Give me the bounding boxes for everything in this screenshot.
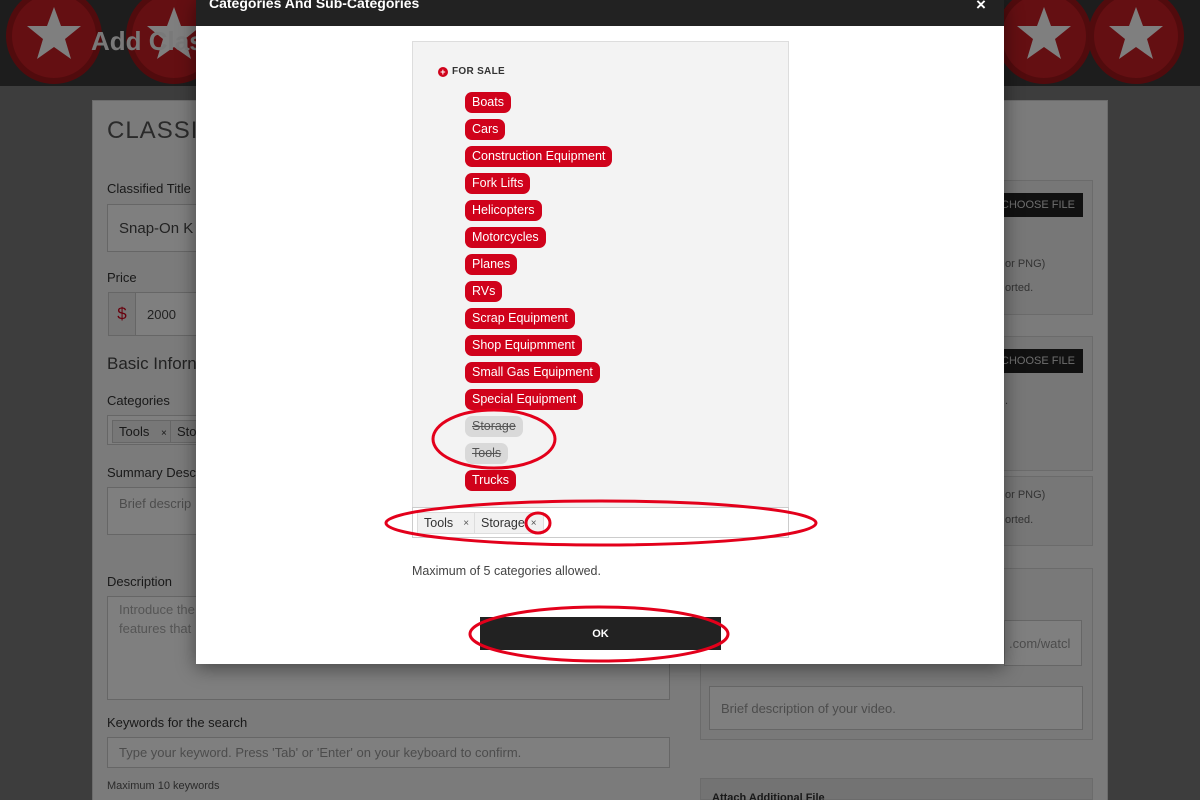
list-item: Trucks [465, 470, 612, 497]
list-item: Cars [465, 119, 612, 146]
list-item: Helicopters [465, 200, 612, 227]
list-item: Storage [465, 416, 612, 443]
list-item: Construction Equipment [465, 146, 613, 173]
ok-button[interactable]: OK [480, 617, 721, 650]
list-item: Special Equipment [465, 389, 612, 416]
selected-categories-field[interactable]: Tools × Storage × [412, 507, 789, 538]
category-list-box: + FOR SALE Boats Cars Construction Equipme… [412, 41, 789, 511]
close-icon[interactable]: × [976, 0, 986, 15]
list-item: Scrap Equipment [465, 308, 612, 335]
list-item: Fork Lifts [465, 173, 612, 200]
selected-category-tag: Storage × [474, 512, 544, 534]
remove-tag-icon[interactable]: × [453, 518, 475, 529]
category-pill[interactable]: Cars [465, 119, 506, 140]
list-item: Tools [465, 443, 612, 470]
list-item: Planes [465, 254, 612, 281]
category-pill: Tools [465, 443, 509, 464]
category-pill[interactable]: Helicopters [465, 200, 542, 221]
category-group-label: FOR SALE [452, 66, 505, 77]
category-pill[interactable]: Fork Lifts [465, 173, 531, 194]
category-list: Boats Cars Construction Equipment Fork Lift… [465, 92, 613, 497]
selected-category-tag: Tools × [417, 512, 477, 534]
category-pill: Storage [465, 416, 523, 437]
selected-category-label: Storage [481, 516, 525, 530]
category-pill[interactable]: Motorcycles [465, 227, 546, 248]
list-item: Boats [465, 92, 612, 119]
plus-circle-icon[interactable]: + [438, 66, 448, 77]
category-pill[interactable]: Shop Equipmment [465, 335, 582, 356]
remove-tag-icon[interactable]: × [525, 518, 543, 529]
list-item: Small Gas Equipment [465, 362, 612, 389]
category-group-header[interactable]: + FOR SALE [438, 66, 505, 77]
category-pill[interactable]: RVs [465, 281, 503, 302]
categories-modal: Categories And Sub-Categories × + FOR SA… [196, 0, 1004, 664]
list-item: Shop Equipmment [465, 335, 612, 362]
category-pill[interactable]: Construction Equipment [465, 146, 613, 167]
selected-category-label: Tools [424, 516, 454, 530]
category-pill[interactable]: Trucks [465, 470, 517, 491]
list-item: Motorcycles [465, 227, 612, 254]
category-pill[interactable]: Small Gas Equipment [465, 362, 600, 383]
max-categories-note: Maximum of 5 categories allowed. [412, 564, 601, 578]
category-pill[interactable]: Boats [465, 92, 511, 113]
modal-title: Categories And Sub-Categories [209, 0, 420, 11]
category-pill[interactable]: Scrap Equipment [465, 308, 575, 329]
modal-header: Categories And Sub-Categories × [196, 0, 1004, 26]
category-pill[interactable]: Planes [465, 254, 518, 275]
list-item: RVs [465, 281, 612, 308]
category-pill[interactable]: Special Equipment [465, 389, 584, 410]
